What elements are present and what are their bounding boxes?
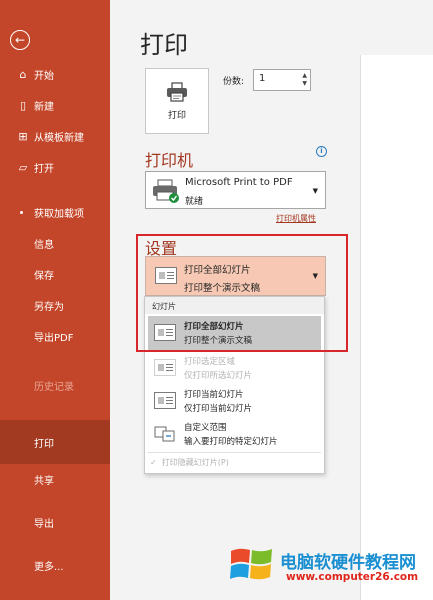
option-subtitle: 仅打印当前幻灯片 <box>184 404 253 414</box>
backstage-sidebar: ← ⌂ 开始 ▯ 新建 ⊞ 从模板新建 ▱ 打开 获取加载项 信息 保存 另存为… <box>0 0 110 600</box>
option-subtitle: 仅打印所选幻灯片 <box>184 371 253 381</box>
sidebar-item-label: 新建 <box>34 101 54 113</box>
watermark-url: www.computer26.com <box>286 571 419 583</box>
printer-select[interactable]: Microsoft Print to PDF 就绪 ▼ <box>145 171 326 209</box>
copies-stepper[interactable]: 1 ▲ ▼ <box>253 69 311 91</box>
custom-range-icon <box>154 426 175 442</box>
printer-status: 就绪 <box>185 197 204 207</box>
sidebar-item-save-as[interactable]: 另存为 <box>0 291 110 319</box>
page-title: 打印 <box>140 31 188 59</box>
option-subtitle: 输入要打印的特定幻灯片 <box>184 437 278 447</box>
option-title: 自定义范围 <box>184 423 227 433</box>
option-print-current-slide[interactable]: 打印当前幻灯片 仅打印当前幻灯片 <box>148 384 321 418</box>
sidebar-item-get-addins[interactable]: 获取加载项 <box>0 198 110 226</box>
sidebar-item-info[interactable]: 信息 <box>0 229 110 257</box>
sidebar-item-save[interactable]: 保存 <box>0 260 110 288</box>
chevron-down-icon: ▼ <box>312 187 318 195</box>
sidebar-item-history: 历史记录 <box>0 371 110 399</box>
copies-value: 1 <box>259 73 266 84</box>
hidden-slides-label: 打印隐藏幻灯片(P) <box>161 458 229 467</box>
sidebar-item-label: 更多... <box>34 561 64 573</box>
home-icon: ⌂ <box>19 67 27 81</box>
printer-heading: 打印机 <box>145 151 194 170</box>
site-watermark: 电脑软硬件教程网 www.computer26.com <box>228 545 433 600</box>
spinner-arrows-icon[interactable]: ▲ ▼ <box>302 72 307 88</box>
new-file-icon: ▯ <box>19 98 27 112</box>
sidebar-item-label: 打开 <box>34 163 54 175</box>
printer-properties-link[interactable]: 打印机属性 <box>276 213 316 224</box>
print-button-label: 打印 <box>167 110 186 121</box>
print-pane: 打印 打印 份数: 1 ▲ ▼ 打印机 i Microsoft Print to … <box>110 0 433 600</box>
selection-icon <box>154 359 176 376</box>
sidebar-item-label: 共享 <box>34 475 54 487</box>
sidebar-item-label: 从模板新建 <box>34 132 84 144</box>
sidebar-item-label: 历史记录 <box>34 381 74 393</box>
folder-open-icon: ▱ <box>18 160 28 174</box>
sidebar-item-label: 开始 <box>34 70 54 82</box>
sidebar-item-export[interactable]: 导出 <box>0 508 110 536</box>
option-print-selection: 打印选定区域 仅打印所选幻灯片 <box>148 351 321 385</box>
printer-ready-icon <box>153 179 179 203</box>
option-custom-range[interactable]: 自定义范围 输入要打印的特定幻灯片 <box>148 417 321 451</box>
sidebar-item-home[interactable]: ⌂ 开始 <box>0 60 110 88</box>
sidebar-item-label: 信息 <box>34 239 54 251</box>
option-print-hidden-slides: ✓ 打印隐藏幻灯片(P) <box>150 457 229 468</box>
dropdown-divider <box>148 452 321 453</box>
sidebar-item-label: 获取加载项 <box>34 208 84 220</box>
sidebar-item-label: 保存 <box>34 270 54 282</box>
sidebar-item-share[interactable]: 共享 <box>0 465 110 493</box>
printer-icon <box>167 81 187 102</box>
sidebar-item-more[interactable]: 更多... <box>0 551 110 579</box>
copies-label: 份数: <box>223 77 245 87</box>
arrow-left-icon[interactable]: ← <box>10 30 30 50</box>
sidebar-item-new-from-template[interactable]: ⊞ 从模板新建 <box>0 122 110 150</box>
sidebar-item-label: 导出 <box>34 518 54 530</box>
check-icon: ✓ <box>150 458 157 467</box>
sidebar-item-label: 导出PDF <box>34 332 74 344</box>
option-title: 打印当前幻灯片 <box>184 390 244 400</box>
sidebar-item-print[interactable]: 打印 <box>0 420 110 464</box>
sidebar-item-label: 另存为 <box>34 301 64 313</box>
sidebar-item-new[interactable]: ▯ 新建 <box>0 91 110 119</box>
current-slide-icon <box>154 392 176 409</box>
sidebar-item-open[interactable]: ▱ 打开 <box>0 153 110 181</box>
template-icon: ⊞ <box>18 129 28 143</box>
info-icon[interactable]: i <box>316 146 327 157</box>
sidebar-item-export-pdf[interactable]: 导出PDF <box>0 322 110 350</box>
printer-name: Microsoft Print to PDF <box>185 177 293 188</box>
print-button[interactable]: 打印 <box>145 68 209 134</box>
windows-logo-icon <box>230 548 272 580</box>
annotation-highlight-box <box>136 234 348 352</box>
watermark-title: 电脑软硬件教程网 <box>280 553 416 573</box>
sidebar-item-label: 打印 <box>34 438 54 450</box>
option-title: 打印选定区域 <box>184 357 236 367</box>
print-preview-panel <box>360 55 433 600</box>
